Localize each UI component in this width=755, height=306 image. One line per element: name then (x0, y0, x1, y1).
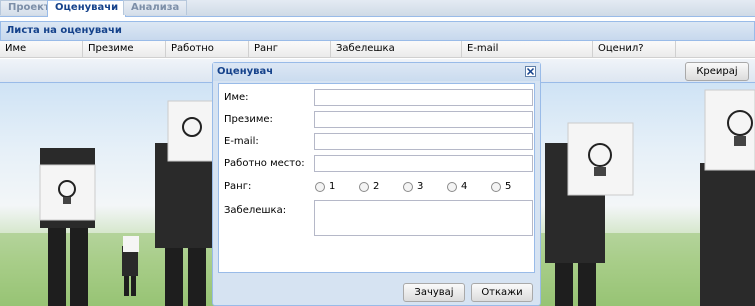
rank-radio-5[interactable] (491, 182, 501, 192)
note-field[interactable] (314, 200, 533, 236)
rank-option-label: 5 (505, 181, 512, 192)
rank-label: Ранг: (224, 181, 252, 192)
grid-header: Име Презиме Работно место Ранг Забелешка… (0, 41, 755, 70)
close-icon[interactable] (525, 66, 536, 77)
save-button[interactable]: Зачувај (403, 283, 465, 302)
rank-radio-1[interactable] (315, 182, 325, 192)
column-header-note[interactable]: Забелешка (331, 41, 462, 57)
dialog-title: Оценувач (213, 63, 540, 81)
tab-analysis[interactable]: Анализа (123, 0, 188, 15)
rank-radio-4[interactable] (447, 182, 457, 192)
create-new-button[interactable]: Креирај Нов (685, 62, 749, 94)
evaluator-dialog: Оценувач Име: Презиме: E-mail: Работно м… (212, 62, 541, 306)
rank-option-label: 2 (373, 181, 380, 192)
rank-option-label: 1 (329, 181, 336, 192)
first-name-label: Име: (224, 92, 249, 103)
rank-radio-2[interactable] (359, 182, 369, 192)
position-field[interactable] (314, 155, 533, 172)
position-label: Работно место: (224, 158, 305, 169)
last-name-field[interactable] (314, 111, 533, 128)
last-name-label: Презиме: (224, 114, 273, 125)
column-header-first-name[interactable]: Име (0, 41, 83, 57)
tab-evaluators[interactable]: Оценувачи (47, 0, 127, 17)
person-figure-right (700, 89, 755, 306)
rank-radio-3[interactable] (403, 182, 413, 192)
column-header-rank[interactable]: Ранг (249, 41, 331, 57)
column-header-last-name[interactable]: Презиме (83, 41, 166, 57)
rank-option-label: 4 (461, 181, 468, 192)
note-label: Забелешка: (224, 205, 287, 216)
column-header-evaluated[interactable]: Оценил? (593, 41, 676, 57)
tab-bar: Проект Оценувачи Анализа (0, 0, 755, 17)
column-header-email[interactable]: E-mail (462, 41, 593, 57)
column-header-position[interactable]: Работно место (166, 41, 249, 70)
rank-option-label: 3 (417, 181, 424, 192)
email-label: E-mail: (224, 136, 259, 147)
cancel-button[interactable]: Откажи (471, 283, 533, 302)
first-name-field[interactable] (314, 89, 533, 106)
dialog-footer: Зачувај Откажи (213, 275, 540, 305)
panel-title: Листа на оценувачи (0, 21, 755, 41)
email-field[interactable] (314, 133, 533, 150)
dialog-form: Име: Презиме: E-mail: Работно место: Ран… (218, 83, 535, 273)
